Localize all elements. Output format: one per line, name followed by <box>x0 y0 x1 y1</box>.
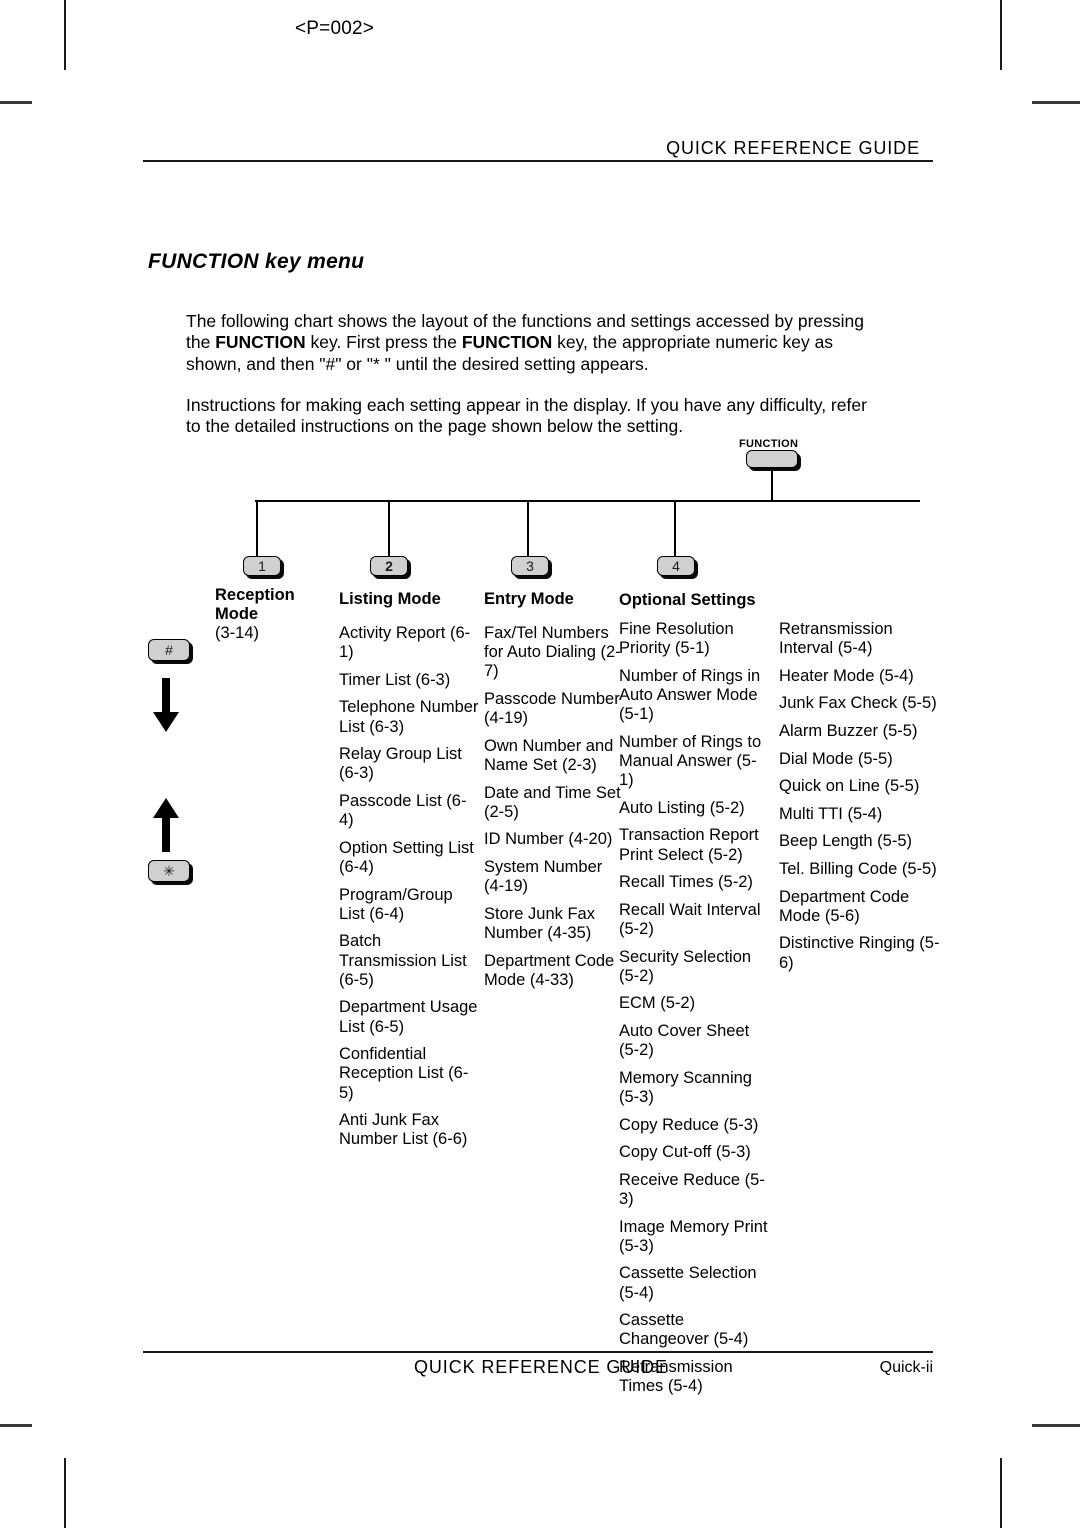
column-list-listing-mode: Activity Report (6-1) Timer List (6-3) Tel… <box>339 624 479 1158</box>
menu-entry: Junk Fax Check (5-5) <box>779 694 937 713</box>
menu-entry: Department Code Mode (5-6) <box>779 887 910 925</box>
menu-entry: Multi TTI (5-4) <box>779 804 883 823</box>
menu-entry: Cassette Changeover (5-4) <box>619 1311 749 1349</box>
menu-entry: Recall Times (5-2) <box>619 873 753 892</box>
menu-entry: Copy Cut-off (5-3) <box>619 1143 751 1162</box>
menu-entry: Auto Listing (5-2) <box>619 798 745 817</box>
menu-entry: Anti Junk Fax Number List (6-6) <box>339 1111 468 1149</box>
column-list-optional-settings-continued: Retransmission Interval (5-4) Heater Mode… <box>779 620 944 981</box>
menu-entry: Tel. Billing Code (5-5) <box>779 859 937 878</box>
menu-entry: System Number (4-19) <box>484 857 603 896</box>
menu-entry: Copy Reduce (5-3) <box>619 1115 759 1134</box>
menu-entry: Confidential Reception List (6-5) <box>339 1045 469 1102</box>
menu-entry: Quick on Line (5-5) <box>779 777 920 796</box>
diagram-bus-line <box>255 500 920 502</box>
numeric-key-2[interactable]: 2 <box>370 556 408 576</box>
crop-mark-bottom-right-vertical <box>1000 1458 1002 1528</box>
function-key-mention-2: FUNCTION <box>461 332 553 352</box>
numeric-key-3[interactable]: 3 <box>511 556 549 576</box>
menu-entry: Heater Mode (5-4) <box>779 666 914 685</box>
menu-entry: Distinctive Ringing (5-6) <box>779 934 940 972</box>
menu-entry: Number of Rings to Manual Answer (5-1) <box>619 732 762 790</box>
function-key-button[interactable] <box>746 450 798 468</box>
menu-entry: Activity Report (6-1) <box>339 624 471 662</box>
menu-entry: Store Junk Fax Number (4-35) <box>484 904 595 942</box>
intro-text-1b: key. First press the <box>305 332 462 352</box>
menu-entry: Own Number and Name Set (2-3) <box>484 736 614 774</box>
menu-entry: Timer List (6-3) <box>339 670 451 689</box>
column-list-entry-mode: Fax/Tel Numbers for Auto Dialing (2-7) Pa… <box>484 624 622 998</box>
menu-entry: Department Code Mode (4-33) <box>484 951 615 989</box>
menu-entry: Date and Time Set (2-5) <box>484 783 621 821</box>
header-rule <box>143 160 933 162</box>
menu-entry: Fax/Tel Numbers for Auto Dialing (2-7) <box>484 624 621 681</box>
menu-entry: ID Number (4-20) <box>484 830 613 849</box>
menu-entry: Program/Group List (6-4) <box>339 885 453 923</box>
crop-mark-bottom-right-horizontal <box>1032 1424 1080 1427</box>
crop-mark-top-right-vertical <box>1000 0 1002 70</box>
page-marker: <P=002> <box>295 18 375 39</box>
column-header-reception-mode: Reception Mode <box>215 586 295 623</box>
menu-entry: Passcode List (6-4) <box>339 791 467 830</box>
star-key[interactable]: ✳ <box>148 860 190 882</box>
column-list-optional-settings: Fine Resolution Priority (5-1) Number of … <box>619 620 769 1405</box>
menu-entry: Department Usage List (6-5) <box>339 998 478 1036</box>
menu-entry: Batch Transmission List (6-5) <box>339 932 467 989</box>
menu-entry: (3-14) <box>215 624 260 642</box>
menu-entry: Fine Resolution Priority (5-1) <box>619 620 734 658</box>
menu-entry: Relay Group List (6-3) <box>339 745 462 783</box>
menu-entry: Transaction Report Print Select (5-2) <box>619 826 759 864</box>
menu-entry: Telephone Number List (6-3) <box>339 698 479 736</box>
footer-title: QUICK REFERENCE GUIDE <box>414 1357 668 1377</box>
menu-entry: ECM (5-2) <box>619 994 696 1013</box>
diagram-trunk-line <box>771 468 773 501</box>
menu-entry: Cassette Selection (5-4) <box>619 1264 757 1302</box>
running-header-title: QUICK REFERENCE GUIDE <box>666 138 920 158</box>
crop-mark-bottom-left-vertical <box>64 1458 66 1528</box>
diagram-drop-line-4 <box>674 500 676 556</box>
menu-entry: Recall Wait Interval (5-2) <box>619 900 761 938</box>
menu-entry: Number of Rings in Auto Answer Mode (5-1… <box>619 666 761 724</box>
footer-rule <box>143 1351 933 1353</box>
column-header-listing-mode: Listing Mode <box>339 590 441 608</box>
menu-entry: Memory Scanning (5-3) <box>619 1068 752 1106</box>
diagram-drop-line-3 <box>527 500 529 556</box>
menu-entry: Dial Mode (5-5) <box>779 749 893 768</box>
function-key-mention-1: FUNCTION <box>215 332 306 352</box>
numeric-key-1[interactable]: 1 <box>243 556 281 576</box>
column-header-entry-mode: Entry Mode <box>484 590 574 608</box>
numeric-key-4[interactable]: 4 <box>657 556 695 576</box>
crop-mark-bottom-left-horizontal <box>0 1424 32 1427</box>
footer-page-number: Quick-ii <box>879 1359 933 1376</box>
diagram-drop-line-2 <box>388 500 390 556</box>
crop-mark-top-left-horizontal <box>0 101 32 104</box>
menu-entry: Option Setting List (6-4) <box>339 838 474 876</box>
menu-entry: Security Selection (5-2) <box>619 947 752 985</box>
diagram-drop-line-1 <box>256 500 258 556</box>
column-header-optional-settings: Optional Settings <box>619 591 756 609</box>
menu-entry: Beep Length (5-5) <box>779 832 913 851</box>
menu-entry: Retransmission Interval (5-4) <box>779 620 893 658</box>
arrow-up-icon <box>153 798 179 852</box>
menu-entry: Alarm Buzzer (5-5) <box>779 721 918 740</box>
column-list-reception-mode: (3-14) <box>215 624 325 652</box>
hash-key[interactable]: # <box>148 639 190 661</box>
function-key-caption: FUNCTION <box>739 438 799 450</box>
crop-mark-top-left-vertical <box>64 0 66 70</box>
section-title: FUNCTION key menu <box>148 250 365 273</box>
menu-entry: Auto Cover Sheet (5-2) <box>619 1021 750 1060</box>
intro-paragraph-1: The following chart shows the layout of … <box>186 311 886 376</box>
menu-entry: Image Memory Print (5-3) <box>619 1217 768 1255</box>
menu-entry: Receive Reduce (5-3) <box>619 1170 765 1208</box>
crop-mark-top-right-horizontal <box>1032 101 1080 104</box>
arrow-down-icon <box>153 678 179 732</box>
menu-entry: Passcode Number (4-19) <box>484 690 620 728</box>
intro-paragraph-2: Instructions for making each setting app… <box>186 394 867 437</box>
